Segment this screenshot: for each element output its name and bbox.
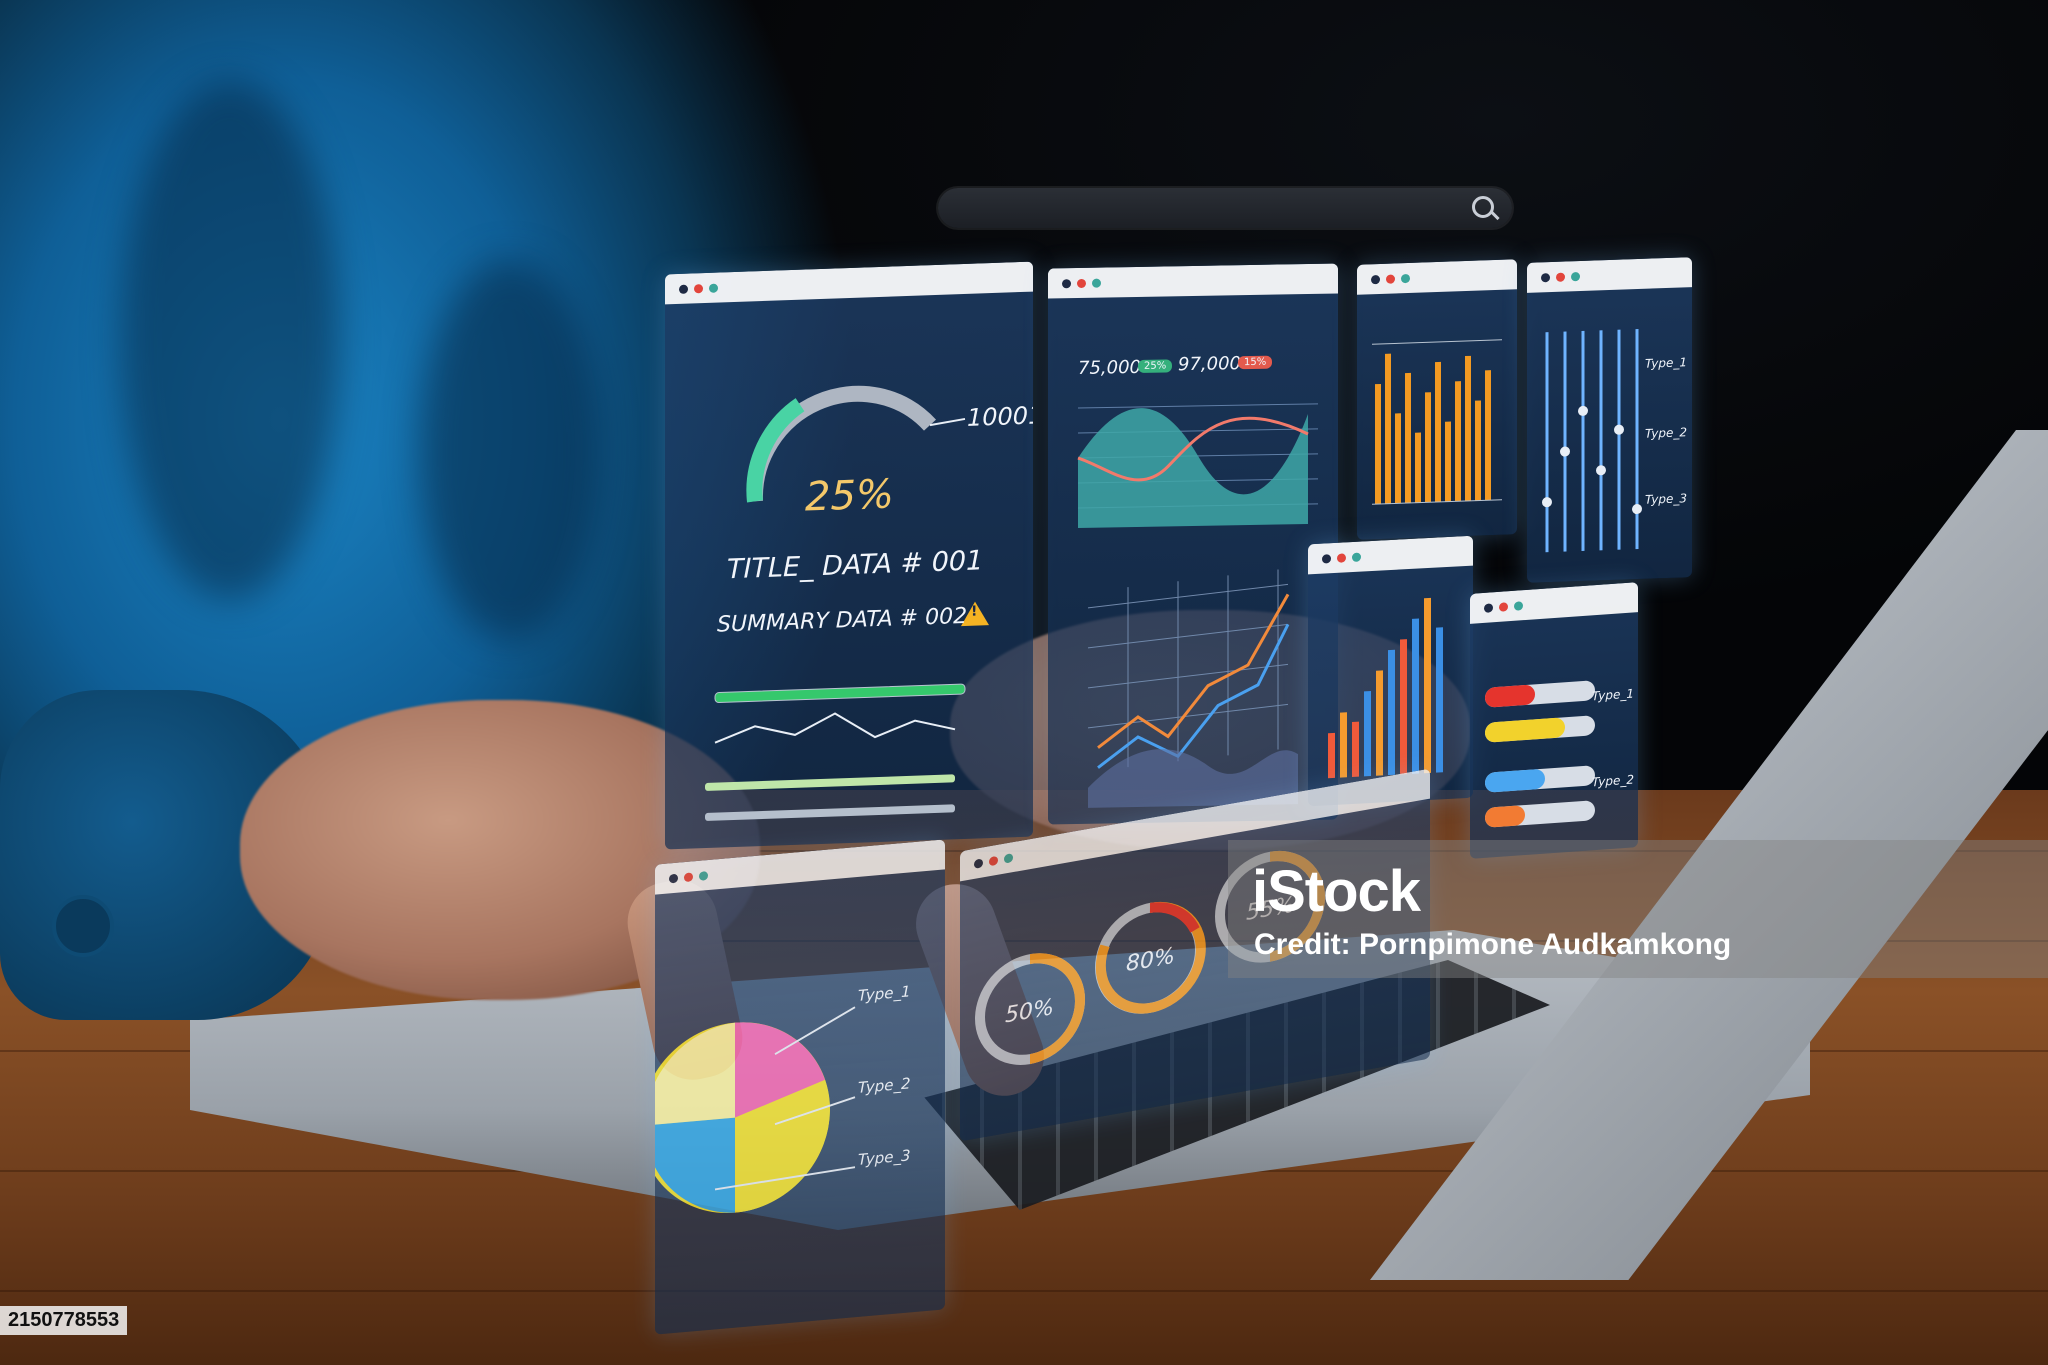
stock-id: 2150778553 [0, 1306, 128, 1335]
cuff-button [52, 895, 114, 957]
gauge-panel: 100010 25% TITLE_ DATA # 001 SUMMARY DAT… [665, 261, 1033, 850]
warning-icon: ! [971, 603, 978, 620]
hbar-label-2: Type_2 [1592, 772, 1635, 790]
slider-label-3: Type_3 [1645, 491, 1688, 507]
gauge-max-value: 100010 [967, 400, 1033, 432]
slider-panel: Type_1 Type_2 Type_3 [1527, 257, 1692, 583]
horizontal-bar-panel: Type_1 Type_2 [1470, 582, 1638, 859]
search-icon[interactable] [1472, 196, 1494, 218]
photo-scene: 100010 25% TITLE_ DATA # 001 SUMMARY DAT… [0, 0, 2048, 1365]
orange-bar-panel [1357, 259, 1517, 540]
holo-search-bar[interactable] [938, 188, 1512, 228]
shirt-fold [120, 80, 340, 600]
photo-credit: Credit: Pornpimone Audkamkong [1254, 928, 1732, 961]
pie-chart-panel: Type_1 Type_2 Type_3 [655, 839, 945, 1335]
area-chart-panel: 75,000 25% 97,000 15% [1048, 263, 1338, 825]
color-bar-panel [1308, 535, 1473, 807]
gauge-percent: 25% [805, 471, 894, 521]
istock-logo: iStock [1252, 859, 1421, 924]
shirt-fold [420, 260, 600, 640]
slider-label-1: Type_1 [1645, 355, 1688, 371]
slider-label-2: Type_2 [1645, 425, 1688, 441]
hbar-label-1: Type_1 [1592, 686, 1635, 704]
